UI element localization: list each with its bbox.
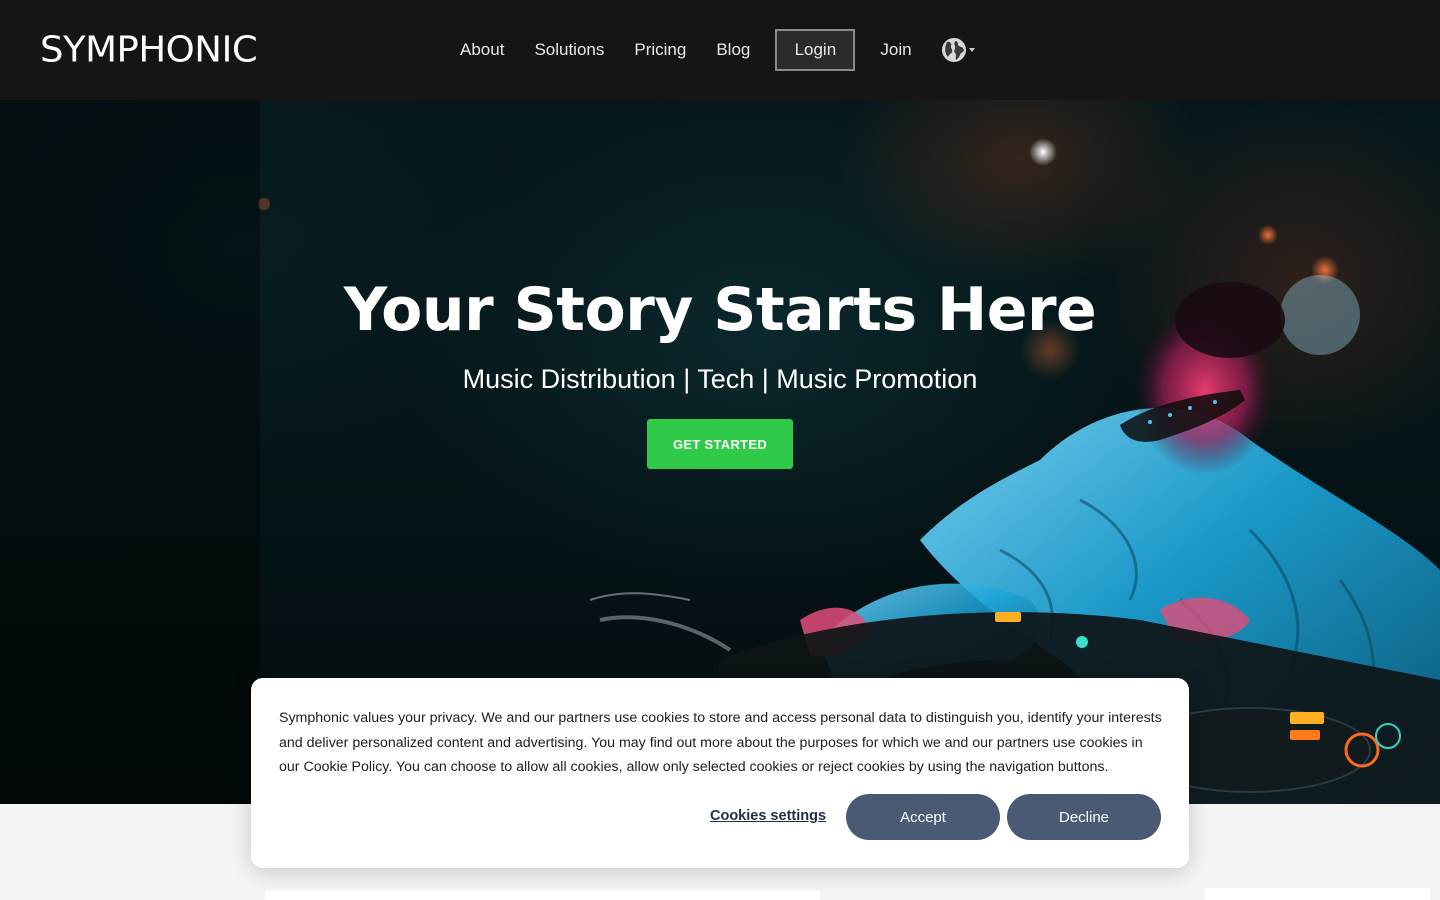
language-selector[interactable]: [941, 38, 975, 62]
nav-blog[interactable]: Blog: [701, 28, 765, 72]
symphonic-logo[interactable]: SYMPHONIC: [40, 31, 258, 69]
main-nav: About Solutions Pricing Blog Login Join: [445, 28, 975, 72]
nav-pricing[interactable]: Pricing: [619, 28, 701, 72]
cookie-message: Symphonic values your privacy. We and ou…: [279, 710, 1162, 775]
cookie-consent-banner: Symphonic values your privacy. We and ou…: [251, 678, 1189, 868]
nav-solutions[interactable]: Solutions: [519, 28, 619, 72]
nav-about[interactable]: About: [445, 28, 519, 72]
hero-title: Your Story Starts Here: [343, 275, 1097, 345]
cookies-settings-link[interactable]: Cookies settings: [710, 806, 826, 826]
accept-button[interactable]: Accept: [846, 794, 1000, 840]
hero-subtitle: Music Distribution | Tech | Music Promot…: [462, 364, 978, 394]
get-started-button[interactable]: GET STARTED: [647, 419, 793, 469]
nav-join[interactable]: Join: [865, 28, 926, 72]
site-header: SYMPHONIC About Solutions Pricing Blog L…: [0, 0, 1440, 100]
login-button[interactable]: Login: [775, 29, 856, 71]
decline-button[interactable]: Decline: [1007, 794, 1161, 840]
content-card: [265, 890, 820, 900]
chevron-down-icon: [968, 48, 975, 52]
globe-icon: [941, 38, 966, 62]
content-card: [1205, 888, 1430, 900]
